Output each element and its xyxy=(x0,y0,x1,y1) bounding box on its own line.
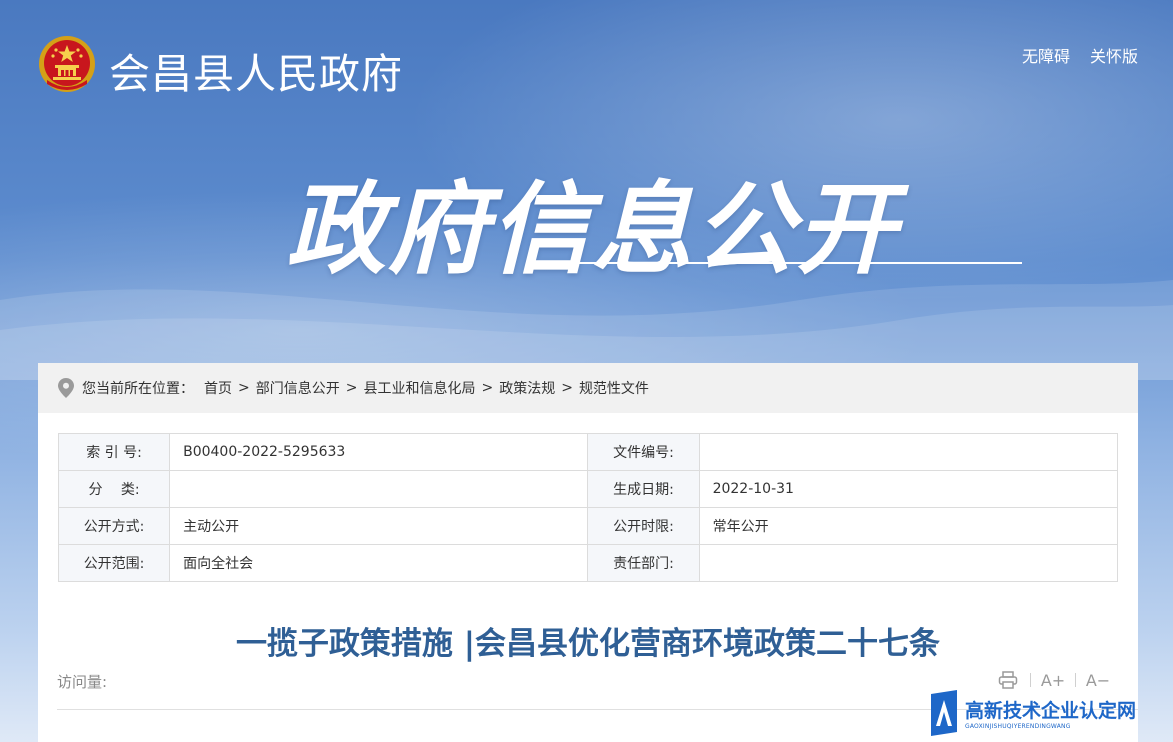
content-panel: 您当前所在位置： 首页 > 部门信息公开 > 县工业和信息化局 > 政策法规 >… xyxy=(38,363,1138,742)
table-row: 公开方式: 主动公开 公开时限: 常年公开 xyxy=(57,507,1119,545)
meta-label: 责任部门: xyxy=(587,544,700,582)
elderly-mode-link[interactable]: 关怀版 xyxy=(1090,43,1138,67)
breadcrumb-separator-icon: > xyxy=(345,380,358,396)
meta-label: 文件编号: xyxy=(587,433,700,471)
watermark: 高新技术企业认定网 GAOXINJISHUQIYERENDINGWANG xyxy=(927,690,1136,736)
meta-value xyxy=(169,470,589,508)
breadcrumb-policy[interactable]: 政策法规 xyxy=(499,378,555,398)
table-row: 索 引 号: B00400-2022-5295633 文件编号: xyxy=(57,433,1119,471)
meta-value: 常年公开 xyxy=(698,507,1119,545)
breadcrumb-dept-info[interactable]: 部门信息公开 xyxy=(256,378,340,398)
accessibility-link[interactable]: 无障碍 xyxy=(1022,43,1070,67)
national-emblem-icon xyxy=(39,36,95,92)
site-name[interactable]: 会昌县人民政府 xyxy=(109,40,403,100)
print-icon[interactable] xyxy=(996,668,1020,692)
watermark-logo-icon xyxy=(931,690,957,736)
meta-label: 公开范围: xyxy=(57,544,171,582)
watermark-cn-text: 高新技术企业认定网 xyxy=(965,700,1137,722)
breadcrumb-normative-docs[interactable]: 规范性文件 xyxy=(579,378,649,398)
location-pin-icon xyxy=(58,378,74,398)
table-row: 公开范围: 面向全社会 责任部门: xyxy=(57,544,1119,582)
breadcrumb-home[interactable]: 首页 xyxy=(204,378,232,398)
top-links: 无障碍 关怀版 xyxy=(1022,43,1138,67)
breadcrumb-separator-icon: > xyxy=(481,380,494,396)
breadcrumb: 您当前所在位置： 首页 > 部门信息公开 > 县工业和信息化局 > 政策法规 >… xyxy=(38,363,1138,413)
breadcrumb-prefix: 您当前所在位置： xyxy=(82,381,194,397)
document-meta-table: 索 引 号: B00400-2022-5295633 文件编号: 分 类: 生成… xyxy=(57,433,1119,582)
table-row: 分 类: 生成日期: 2022-10-31 xyxy=(57,470,1119,508)
breadcrumb-bureau[interactable]: 县工业和信息化局 xyxy=(363,378,475,398)
breadcrumb-separator-icon: > xyxy=(561,380,573,396)
breadcrumb-separator-icon: > xyxy=(238,380,250,396)
meta-value xyxy=(698,544,1119,582)
article-tools: A+ A− xyxy=(996,668,1110,692)
hero-underline xyxy=(535,262,1022,264)
meta-value: 2022-10-31 xyxy=(698,470,1119,508)
meta-value: 面向全社会 xyxy=(169,544,589,582)
article-title: 一揽子政策措施 |会昌县优化营商环境政策二十七条 xyxy=(235,626,941,662)
tool-divider xyxy=(1075,673,1076,687)
visit-count-label: 访问量: xyxy=(57,673,108,691)
meta-label: 索 引 号: xyxy=(57,433,171,471)
meta-value: 主动公开 xyxy=(169,507,589,545)
meta-value: B00400-2022-5295633 xyxy=(169,433,589,471)
meta-value xyxy=(698,433,1119,471)
watermark-en-text: GAOXINJISHUQIYERENDINGWANG xyxy=(965,723,1071,730)
font-decrease-button[interactable]: A− xyxy=(1086,668,1110,692)
meta-label: 分 类: xyxy=(57,470,171,508)
font-increase-button[interactable]: A+ xyxy=(1041,668,1065,692)
meta-label: 公开时限: xyxy=(587,507,700,545)
meta-label: 公开方式: xyxy=(57,507,171,545)
hero-title: 政府信息公开 xyxy=(286,171,898,288)
meta-label: 生成日期: xyxy=(587,470,700,508)
tool-divider xyxy=(1030,673,1031,687)
